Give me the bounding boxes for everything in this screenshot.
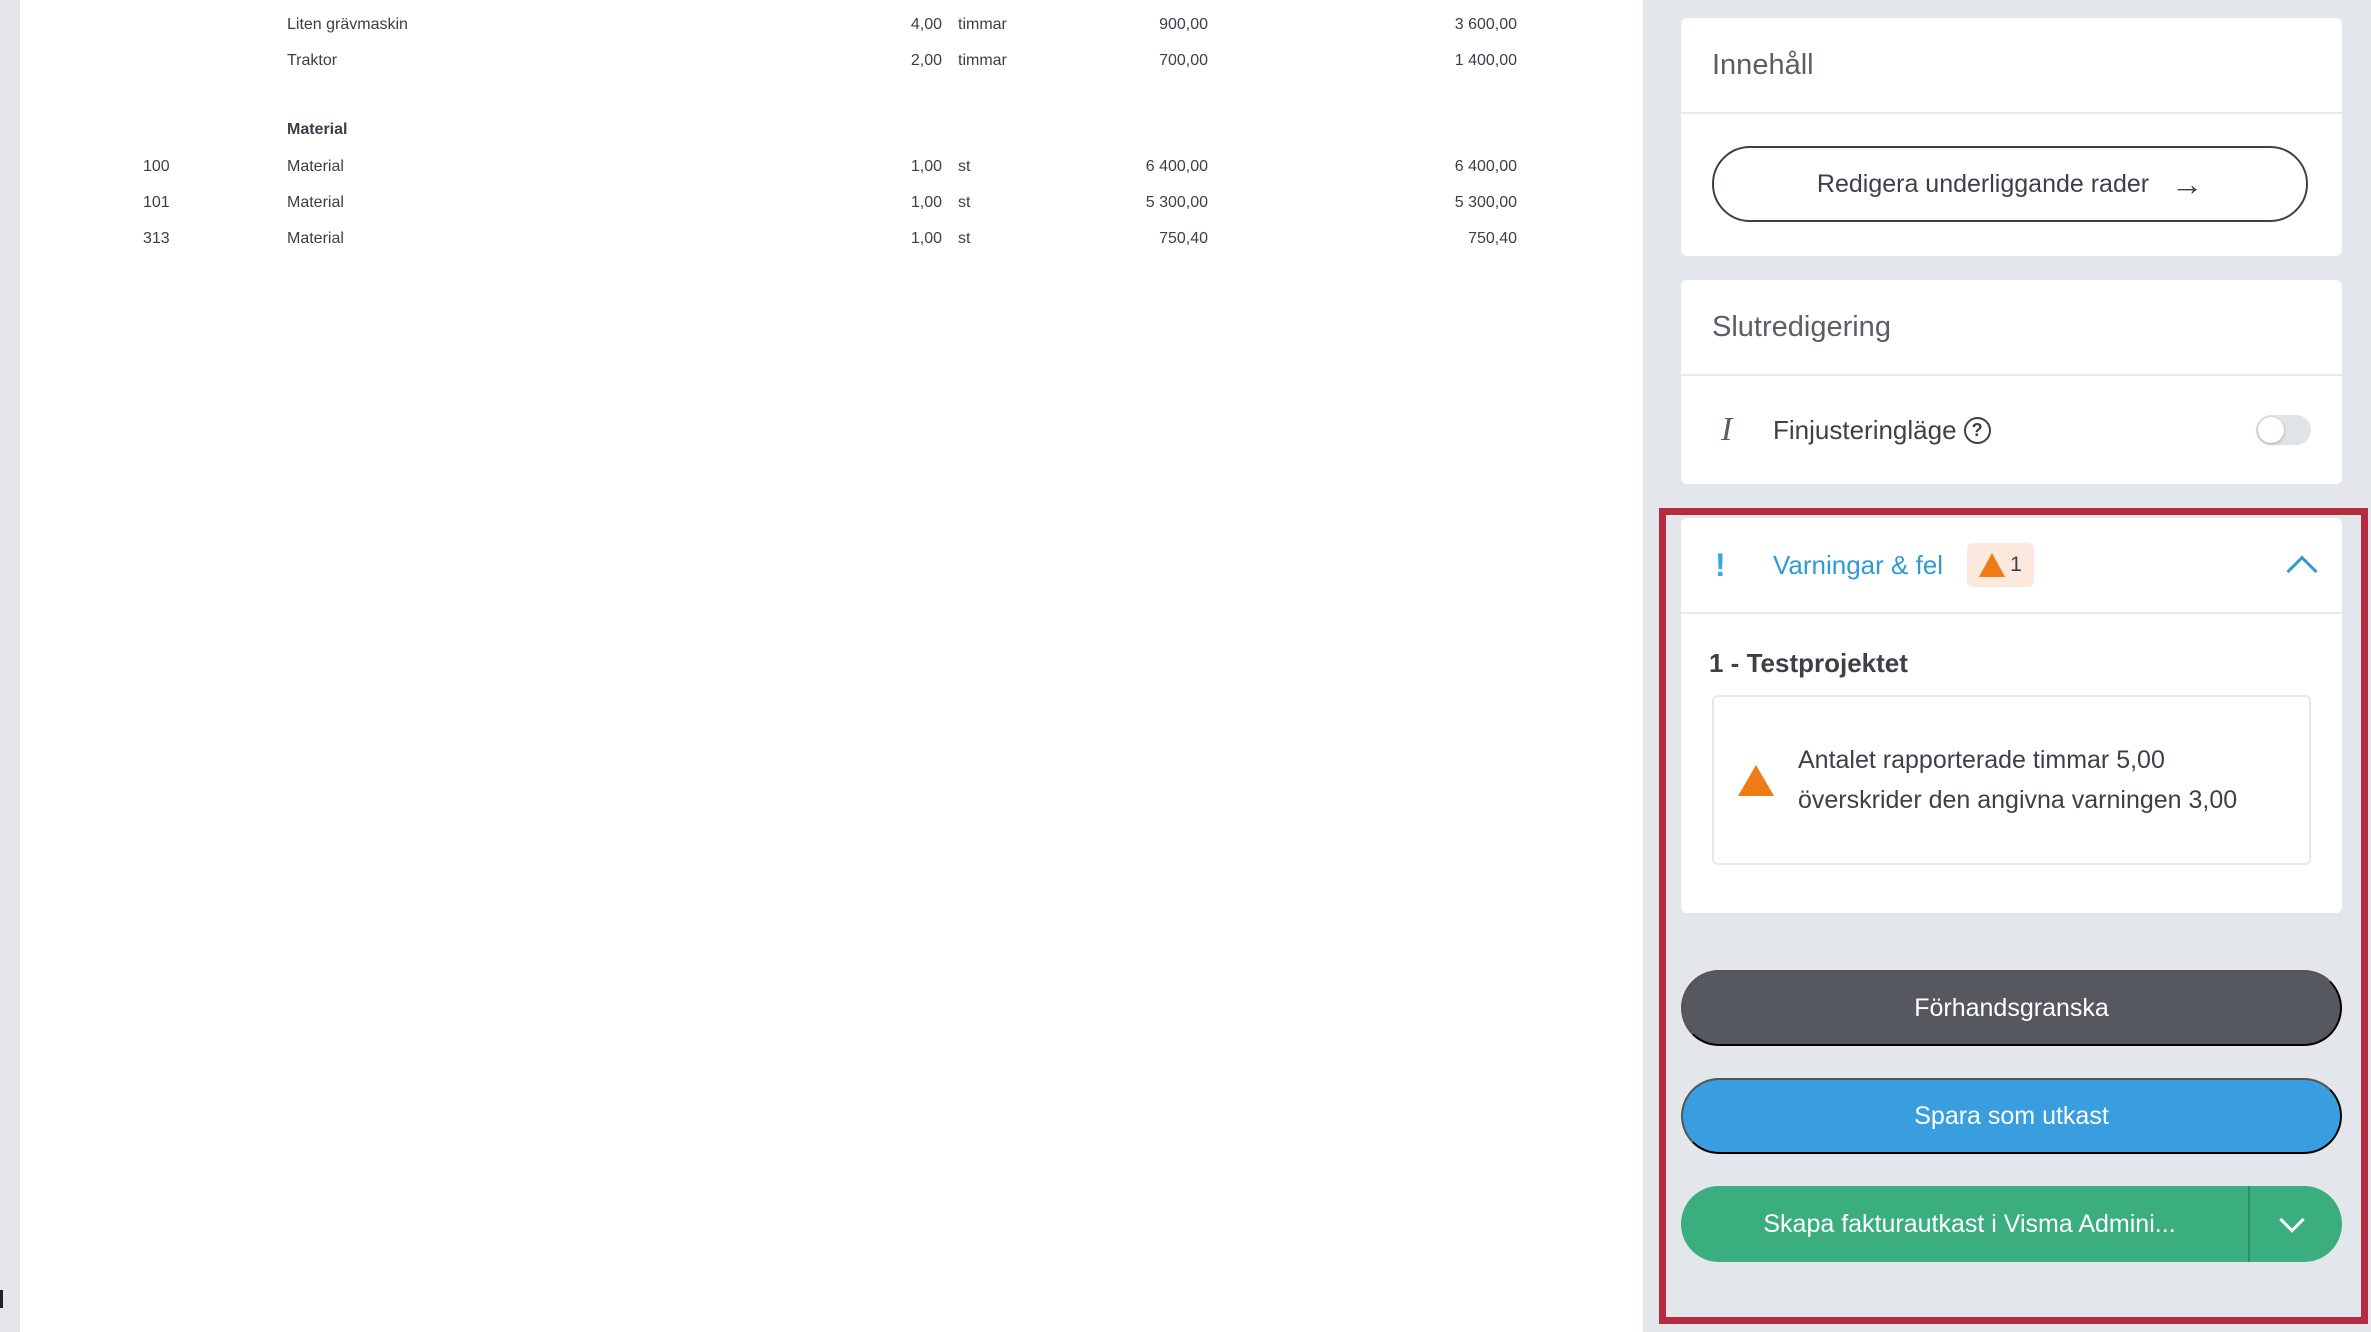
line-name: Material	[287, 194, 344, 211]
line-unit: timmar	[958, 16, 1007, 33]
warnings-title: Varningar & fel	[1773, 549, 1944, 580]
chevron-down-icon[interactable]	[2279, 1207, 2305, 1233]
line-name: Material	[287, 158, 344, 175]
left-edge-strip	[0, 0, 20, 1332]
line-code: 100	[143, 158, 170, 175]
line-name: Traktor	[287, 52, 338, 69]
final-edit-card: Slutredigering I Finjusteringläge ?	[1681, 280, 2342, 484]
help-icon[interactable]: ?	[1963, 416, 1991, 444]
fine-tuning-mode-toggle[interactable]	[2256, 415, 2311, 445]
chevron-up-icon[interactable]	[2286, 555, 2318, 587]
line-total: 5 300,00	[1454, 194, 1517, 211]
edit-underlying-rows-label: Redigera underliggande rader	[1816, 169, 2150, 198]
create-invoice-draft-button[interactable]: Skapa fakturautkast i Visma Admini...	[1681, 1186, 2342, 1262]
table-row: 101 Material 1,00 st 5 300,00 5 300,00	[20, 194, 1620, 226]
warnings-card: ! Varningar & fel 1 1 - Testprojektet An…	[1681, 518, 2342, 913]
warning-count: 1	[2010, 553, 2022, 576]
toggle-knob	[2258, 417, 2284, 443]
warning-count-badge: 1	[1967, 543, 2034, 587]
content-title: Innehåll	[1681, 18, 2342, 114]
line-code: 313	[143, 230, 170, 247]
exclamation-icon: !	[1715, 546, 1726, 583]
save-as-draft-button[interactable]: Spara som utkast	[1681, 1078, 2342, 1154]
section-heading-text: Material	[287, 121, 348, 138]
line-price: 750,40	[1159, 230, 1208, 247]
line-name: Liten grävmaskin	[287, 16, 408, 33]
left-edge-marker	[0, 1290, 3, 1308]
line-total: 6 400,00	[1454, 158, 1517, 175]
table-row: Liten grävmaskin 4,00 timmar 900,00 3 60…	[20, 16, 1620, 48]
line-quantity: 2,00	[910, 52, 942, 69]
line-price: 700,00	[1159, 52, 1208, 69]
line-price: 6 400,00	[1145, 158, 1208, 175]
edit-underlying-rows-button[interactable]: Redigera underliggande rader →	[1712, 146, 2308, 222]
split-button-divider	[2248, 1186, 2250, 1262]
line-quantity: 1,00	[910, 230, 942, 247]
line-price: 5 300,00	[1145, 194, 1208, 211]
italic-icon: I	[1721, 411, 1733, 448]
project-title: 1 - Testprojektet	[1709, 648, 1908, 678]
table-row: Traktor 2,00 timmar 700,00 1 400,00	[20, 52, 1620, 84]
invoice-sidebar: Innehåll Redigera underliggande rader → …	[1643, 0, 2371, 1332]
line-quantity: 1,00	[910, 194, 942, 211]
invoice-document: Liten grävmaskin 4,00 timmar 900,00 3 60…	[20, 0, 1643, 1332]
arrow-right-icon: →	[2171, 166, 2204, 202]
line-price: 900,00	[1159, 16, 1208, 33]
table-row: 313 Material 1,00 st 750,40 750,40	[20, 230, 1620, 262]
warning-triangle-icon	[1738, 764, 1774, 796]
fine-tuning-mode-row: I Finjusteringläge ?	[1681, 376, 2342, 484]
warning-message-box: Antalet rapporterade timmar 5,00 överskr…	[1712, 695, 2311, 865]
line-unit: st	[958, 158, 971, 175]
warning-triangle-icon	[1979, 553, 2006, 577]
content-card: Innehåll Redigera underliggande rader →	[1681, 18, 2342, 256]
create-invoice-draft-label: Skapa fakturautkast i Visma Admini...	[1763, 1209, 2176, 1238]
material-section-heading: Material	[20, 121, 1620, 153]
table-row: 100 Material 1,00 st 6 400,00 6 400,00	[20, 158, 1620, 190]
warnings-header[interactable]: ! Varningar & fel 1	[1681, 518, 2342, 614]
line-total: 750,40	[1468, 230, 1517, 247]
line-total: 3 600,00	[1454, 16, 1517, 33]
line-unit: st	[958, 194, 971, 211]
line-code: 101	[143, 194, 170, 211]
line-quantity: 4,00	[910, 16, 942, 33]
line-unit: st	[958, 230, 971, 247]
preview-button[interactable]: Förhandsgranska	[1681, 970, 2342, 1046]
final-edit-title: Slutredigering	[1681, 280, 2342, 376]
line-total: 1 400,00	[1454, 52, 1517, 69]
line-quantity: 1,00	[910, 158, 942, 175]
fine-tuning-mode-label: Finjusteringläge	[1773, 414, 1957, 445]
line-name: Material	[287, 230, 344, 247]
line-unit: timmar	[958, 52, 1007, 69]
warning-message: Antalet rapporterade timmar 5,00 överskr…	[1798, 746, 2238, 814]
